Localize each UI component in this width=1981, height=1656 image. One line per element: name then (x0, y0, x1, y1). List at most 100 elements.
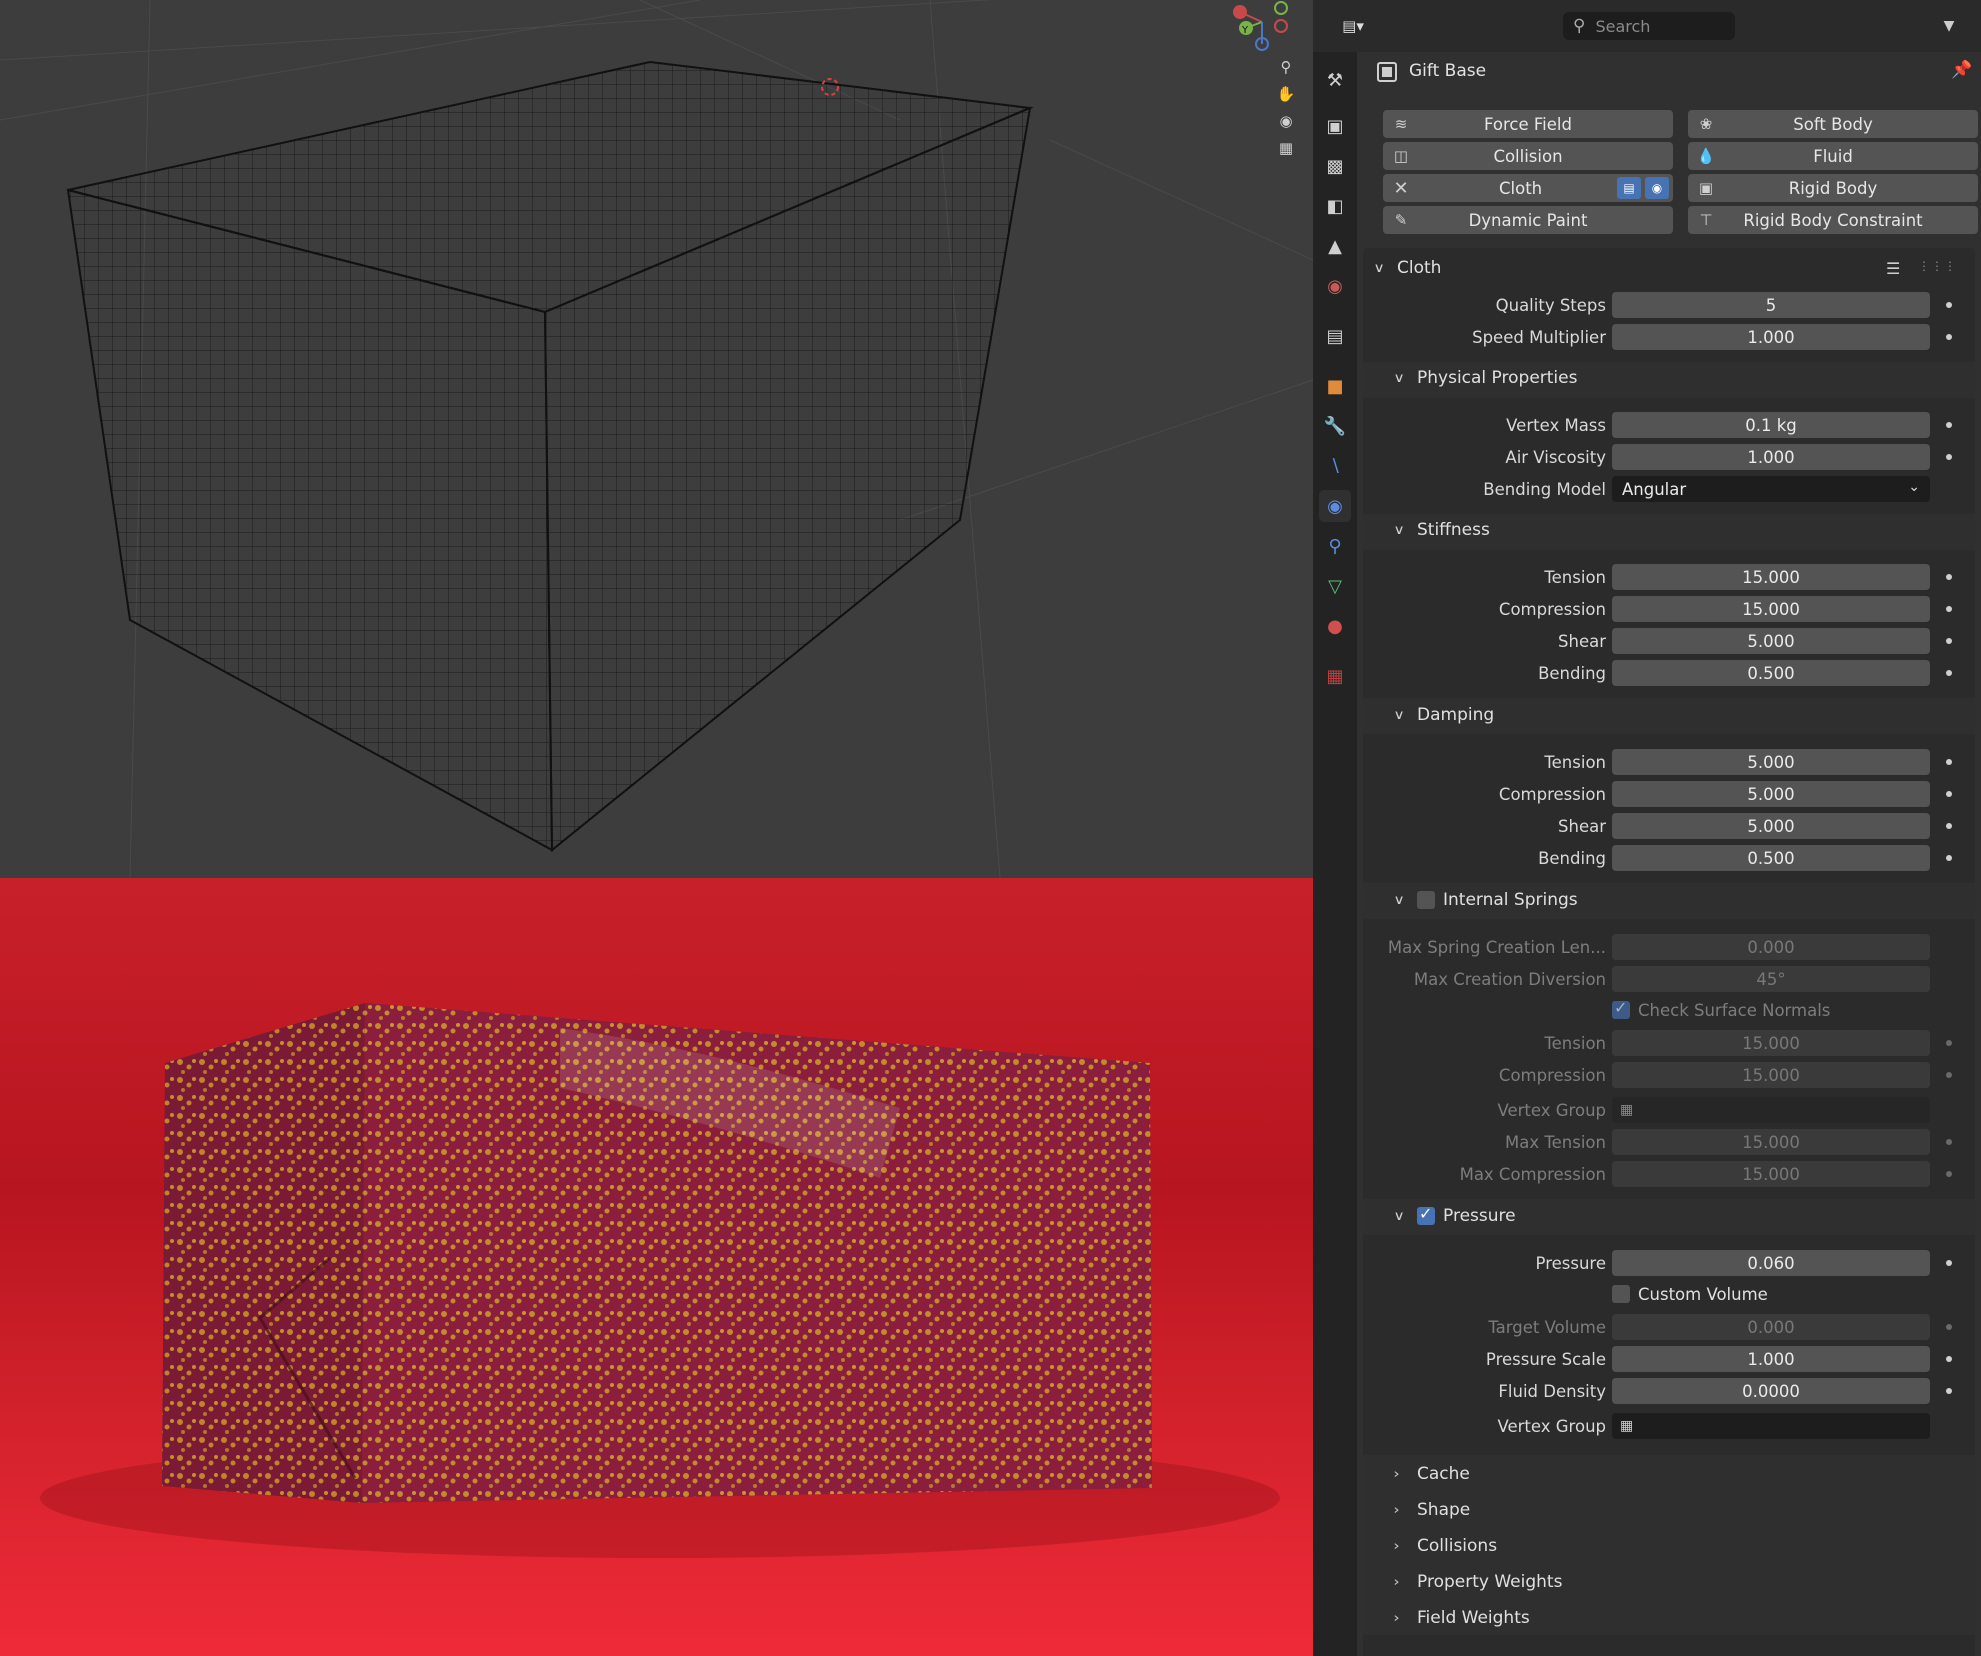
material-tab-icon[interactable]: ● (1319, 610, 1351, 642)
keyframe-dot-icon[interactable] (1946, 302, 1952, 308)
keyframe-dot-icon[interactable] (1946, 1072, 1952, 1078)
keyframe-dot-icon[interactable] (1946, 606, 1952, 612)
pressure-scale-field[interactable]: 1.000 (1612, 1346, 1930, 1372)
keyframe-dot-icon[interactable] (1946, 855, 1952, 861)
internal-springs-checkbox[interactable] (1417, 891, 1435, 909)
shape-section-header[interactable]: › Shape (1393, 1500, 1470, 1520)
modifier-tab-icon[interactable]: 🔧 (1319, 410, 1351, 442)
viewport-display-icon[interactable]: ▤ (1617, 177, 1641, 199)
world-tab-icon[interactable]: ◉ (1319, 270, 1351, 302)
stiffness-compression-field[interactable]: 15.000 (1612, 596, 1930, 622)
stiffness-shear-field[interactable]: 5.000 (1612, 628, 1930, 654)
rigid-body-constraint-button[interactable]: ⊤ Rigid Body Constraint (1688, 206, 1978, 234)
property-weights-section-header[interactable]: › Property Weights (1393, 1572, 1562, 1592)
zoom-icon[interactable]: ⚲ (1273, 54, 1299, 80)
chevron-down-icon[interactable]: ▼ (1935, 12, 1963, 40)
force-field-button[interactable]: ≋ Force Field (1383, 110, 1673, 138)
physical-properties-header[interactable]: ∨ Physical Properties (1393, 368, 1577, 388)
keyframe-dot-icon[interactable] (1946, 1260, 1952, 1266)
keyframe-dot-icon[interactable] (1946, 1324, 1952, 1330)
tool-tab-icon[interactable]: ⚒ (1319, 64, 1351, 96)
keyframe-dot-icon[interactable] (1946, 1139, 1952, 1145)
keyframe-dot-icon[interactable] (1946, 1040, 1952, 1046)
cache-section-header[interactable]: › Cache (1393, 1464, 1469, 1484)
cloth-panel-header[interactable]: ∨ Cloth (1373, 258, 1441, 278)
springs-vertex-group-field[interactable]: ▦ (1612, 1097, 1930, 1123)
pressure-vertex-group-field[interactable]: ▦ (1612, 1413, 1930, 1439)
collisions-section-header[interactable]: › Collisions (1393, 1536, 1497, 1556)
damping-bending-field[interactable]: 0.500 (1612, 845, 1930, 871)
bending-model-dropdown[interactable]: Angular ⌄ (1612, 476, 1930, 502)
keyframe-dot-icon[interactable] (1946, 334, 1952, 340)
keyframe-dot-icon[interactable] (1946, 422, 1952, 428)
fluid-button[interactable]: 💧 Fluid (1688, 142, 1978, 170)
3d-viewport[interactable]: Y ⚲ ✋ ◉ ▦ (0, 0, 1313, 878)
keyframe-dot-icon[interactable] (1946, 791, 1952, 797)
max-creation-diversion-field[interactable]: 45° (1612, 966, 1930, 992)
output-tab-icon[interactable]: ▩ (1319, 150, 1351, 182)
collection-tab-icon[interactable]: ▤ (1319, 320, 1351, 352)
custom-volume-checkbox[interactable] (1612, 1285, 1630, 1303)
dynamic-paint-button[interactable]: ✎ Dynamic Paint (1383, 206, 1673, 234)
damping-header[interactable]: ∨ Damping (1393, 705, 1494, 725)
texture-tab-icon[interactable]: ▦ (1319, 660, 1351, 692)
springs-compression-field[interactable]: 15.000 (1612, 1062, 1930, 1088)
keyframe-dot-icon[interactable] (1946, 638, 1952, 644)
collision-button[interactable]: ◫ Collision (1383, 142, 1673, 170)
keyframe-dot-icon[interactable] (1946, 1356, 1952, 1362)
stiffness-header[interactable]: ∨ Stiffness (1393, 520, 1489, 540)
pressure-checkbox[interactable] (1417, 1204, 1435, 1225)
field-weights-section-header[interactable]: › Field Weights (1393, 1608, 1529, 1628)
presets-list-icon[interactable]: ☰ (1886, 259, 1900, 278)
editor-type-button[interactable]: ▤▾ (1331, 12, 1375, 40)
data-tab-icon[interactable]: ▽ (1319, 570, 1351, 602)
damping-shear-field[interactable]: 5.000 (1612, 813, 1930, 839)
stiffness-tension-field[interactable]: 15.000 (1612, 564, 1930, 590)
pressure-header[interactable]: ∨ Pressure (1393, 1204, 1515, 1226)
custom-volume-toggle[interactable]: Custom Volume (1612, 1282, 1768, 1306)
keyframe-dot-icon[interactable] (1946, 759, 1952, 765)
springs-tension-field[interactable]: 15.000 (1612, 1030, 1930, 1056)
render-camera-icon[interactable]: ◉ (1645, 177, 1669, 199)
camera-view-icon[interactable]: ◉ (1273, 108, 1299, 134)
particles-tab-icon[interactable]: ∖ (1319, 450, 1351, 482)
close-icon[interactable]: ✕ (1391, 178, 1411, 199)
drag-handle-icon[interactable]: ⋮⋮⋮ (1918, 259, 1957, 273)
soft-body-button[interactable]: ❀ Soft Body (1688, 110, 1978, 138)
target-volume-field[interactable]: 0.000 (1612, 1314, 1930, 1340)
perspective-grid-icon[interactable]: ▦ (1273, 135, 1299, 161)
stiffness-bending-field[interactable]: 0.500 (1612, 660, 1930, 686)
search-input[interactable]: ⚲ Search (1563, 12, 1735, 40)
fluid-density-field[interactable]: 0.0000 (1612, 1378, 1930, 1404)
damping-compression-field[interactable]: 5.000 (1612, 781, 1930, 807)
keyframe-dot-icon[interactable] (1946, 1388, 1952, 1394)
internal-springs-header[interactable]: ∨ Internal Springs (1393, 890, 1577, 910)
keyframe-dot-icon[interactable] (1946, 454, 1952, 460)
cloth-button[interactable]: ✕ Cloth ▤ ◉ (1383, 174, 1673, 202)
vertex-mass-field[interactable]: 0.1 kg (1612, 412, 1930, 438)
pin-icon[interactable]: 📌 (1951, 60, 1972, 80)
air-viscosity-field[interactable]: 1.000 (1612, 444, 1930, 470)
check-surface-normals-toggle[interactable]: Check Surface Normals (1612, 998, 1830, 1022)
damping-tension-field[interactable]: 5.000 (1612, 749, 1930, 775)
quality-steps-field[interactable]: 5 (1612, 292, 1930, 318)
render-tab-icon[interactable]: ▣ (1319, 110, 1351, 142)
physics-tab-icon[interactable]: ◉ (1319, 490, 1351, 522)
navigation-gizmo[interactable]: Y (1233, 1, 1288, 51)
scene-tab-icon[interactable]: ▲ (1319, 230, 1351, 262)
max-tension-field[interactable]: 15.000 (1612, 1129, 1930, 1155)
pressure-field[interactable]: 0.060 (1612, 1250, 1930, 1276)
view-layer-tab-icon[interactable]: ◧ (1319, 190, 1351, 222)
check-surface-normals-checkbox[interactable] (1612, 998, 1630, 1019)
keyframe-dot-icon[interactable] (1946, 823, 1952, 829)
constraints-tab-icon[interactable]: ⚲ (1319, 530, 1351, 562)
rigid-body-button[interactable]: ▣ Rigid Body (1688, 174, 1978, 202)
max-spring-length-field[interactable]: 0.000 (1612, 934, 1930, 960)
max-compression-field[interactable]: 15.000 (1612, 1161, 1930, 1187)
keyframe-dot-icon[interactable] (1946, 574, 1952, 580)
object-tab-icon[interactable]: ■ (1319, 370, 1351, 402)
keyframe-dot-icon[interactable] (1946, 1171, 1952, 1177)
speed-multiplier-field[interactable]: 1.000 (1612, 324, 1930, 350)
hand-pan-icon[interactable]: ✋ (1273, 81, 1299, 107)
keyframe-dot-icon[interactable] (1946, 670, 1952, 676)
